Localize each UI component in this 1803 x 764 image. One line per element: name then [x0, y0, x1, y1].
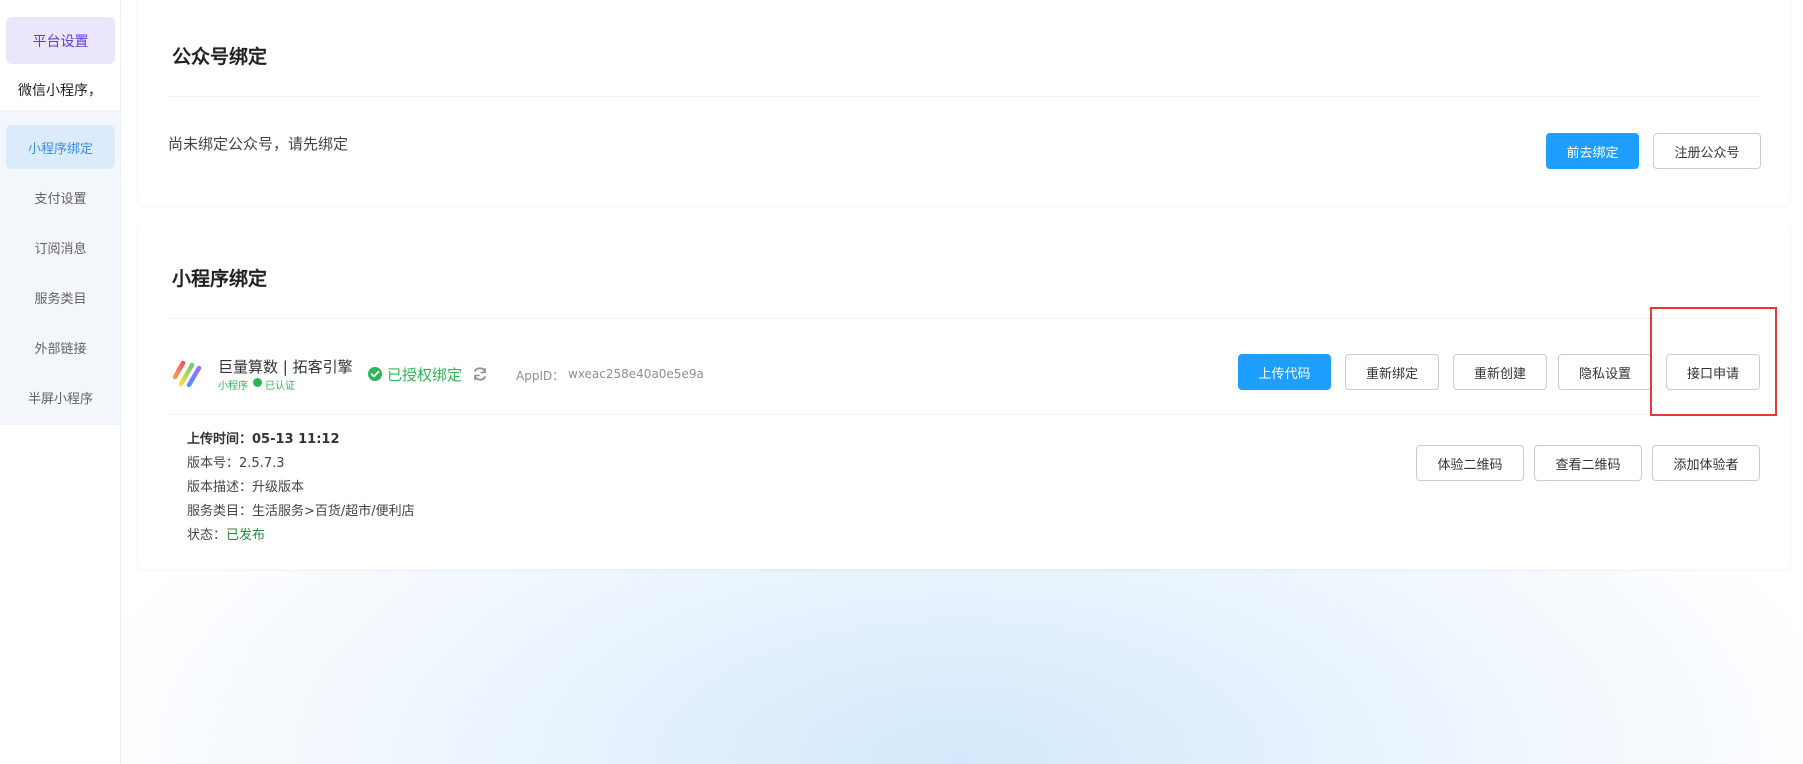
sidebar-item-payment-settings[interactable]: 支付设置 — [6, 175, 115, 219]
status-label: 状态： — [187, 528, 227, 543]
description-value: 升级版本 — [252, 480, 305, 495]
sidebar-item-mini-program-binding[interactable]: 小程序绑定 — [6, 125, 115, 169]
recreate-button[interactable]: 重新创建 — [1453, 354, 1547, 390]
upload-code-button[interactable]: 上传代码 — [1238, 354, 1331, 390]
highlight-box — [1650, 307, 1777, 416]
verified-tag: 已认证 — [265, 381, 295, 392]
app-logo-icon — [172, 360, 202, 388]
refresh-icon[interactable] — [472, 366, 488, 382]
mini-program-card: 小程序绑定 巨量算数 | 拓客引擎 小程序 已认证 已授权绑定 AppID： w… — [138, 221, 1790, 569]
success-check-icon — [368, 367, 382, 381]
nav-group-wechat-mini-program[interactable]: 微信小程序， — [0, 80, 120, 100]
card-divider — [168, 414, 1760, 415]
status-row: 状态：已发布 — [187, 524, 265, 543]
rebind-button[interactable]: 重新绑定 — [1345, 354, 1439, 390]
appid-label: AppID： — [516, 369, 565, 383]
mini-program-title: 小程序绑定 — [172, 268, 268, 290]
card-divider — [168, 96, 1760, 97]
status-badge: 已发布 — [226, 528, 266, 543]
official-account-status-text: 尚未绑定公众号，请先绑定 — [168, 135, 349, 153]
category-value: 生活服务>百货/超市/便利店 — [252, 504, 415, 519]
sidebar-item-service-category[interactable]: 服务类目 — [6, 275, 115, 319]
category-row: 服务类目：生活服务>百货/超市/便利店 — [187, 500, 415, 519]
description-label: 版本描述： — [187, 480, 253, 495]
verified-check-icon — [253, 378, 262, 387]
card-divider — [168, 318, 1760, 319]
trial-qr-code-button[interactable]: 体验二维码 — [1416, 445, 1524, 481]
description-row: 版本描述：升级版本 — [187, 476, 304, 495]
sidebar-item-half-screen-mini-program[interactable]: 半屏小程序 — [6, 375, 115, 419]
upload-time-label: 上传时间： — [187, 432, 253, 447]
version-row: 版本号：2.5.7.3 — [187, 452, 285, 471]
upload-time-value: 05-13 11:12 — [252, 432, 340, 447]
bind-official-account-button[interactable]: 前去绑定 — [1546, 133, 1639, 169]
nav-platform-settings[interactable]: 平台设置 — [6, 17, 115, 64]
register-official-account-button[interactable]: 注册公众号 — [1653, 133, 1761, 169]
category-label: 服务类目： — [187, 504, 253, 519]
upload-time-row: 上传时间：05-13 11:12 — [187, 428, 340, 447]
appid-value: wxeac258e40a0e5e9a — [568, 367, 704, 381]
version-label: 版本号： — [187, 456, 240, 471]
add-tester-button[interactable]: 添加体验者 — [1652, 445, 1760, 481]
view-qr-code-button[interactable]: 查看二维码 — [1534, 445, 1642, 481]
app-type-tag: 小程序 — [218, 381, 248, 392]
privacy-settings-button[interactable]: 隐私设置 — [1558, 354, 1652, 390]
sidebar-item-external-links[interactable]: 外部链接 — [6, 325, 115, 369]
official-account-title: 公众号绑定 — [172, 46, 268, 68]
official-account-card: 公众号绑定 尚未绑定公众号，请先绑定 前去绑定 注册公众号 — [138, 0, 1790, 205]
app-name: 巨量算数 | 拓客引擎 — [218, 358, 353, 376]
version-value: 2.5.7.3 — [239, 456, 285, 471]
sidebar: 平台设置 微信小程序， 小程序绑定 支付设置 订阅消息 服务类目 外部链接 半屏… — [0, 0, 121, 764]
auth-status: 已授权绑定 — [387, 366, 463, 384]
sidebar-item-subscribe-messages[interactable]: 订阅消息 — [6, 225, 115, 269]
